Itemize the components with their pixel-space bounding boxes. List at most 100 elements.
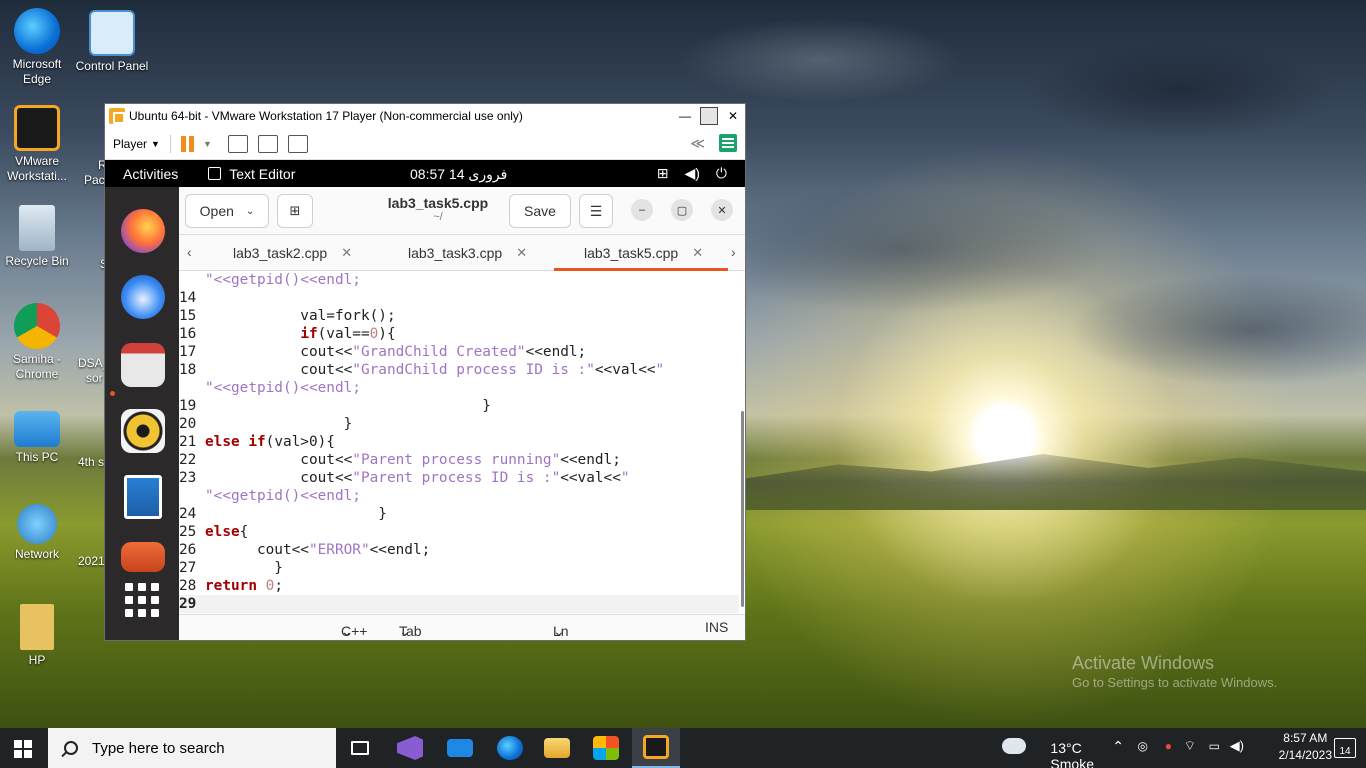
desktop-icon-chrome[interactable]: Samiha - Chrome [0,303,74,382]
gnome-clock[interactable]: 08:57 14 فروری [410,166,507,183]
weather-text[interactable]: 13°C Smoke [1050,740,1094,768]
code-line[interactable]: 24 } [179,505,387,523]
tab-lab3-task5[interactable]: lab3_task5.cpp ✕ [553,235,729,271]
clock-time: 8:57 AM [1283,731,1328,745]
gnome-system-tray[interactable]: ⊞ ◀) ⏻ [657,165,727,182]
firefox-icon[interactable] [121,209,165,253]
file-explorer-icon[interactable] [533,728,581,768]
taskbar-search[interactable]: Type here to search [48,728,336,768]
code-line[interactable]: 28 return 0; [179,577,283,595]
code-line[interactable]: "<<getpid()<<endl; [179,379,361,397]
chevron-right-icon[interactable]: › [731,244,736,260]
desktop-icon-label: Control Panel [75,59,149,73]
close-tab-icon[interactable]: ✕ [516,245,527,261]
code-line[interactable]: 16 if(val==0){ [179,325,396,343]
windows-start-icon[interactable] [14,740,32,758]
visual-studio-icon[interactable] [386,728,434,768]
maximize-icon[interactable] [700,107,718,125]
minimize-icon[interactable]: – [631,199,653,221]
code-text: "<<getpid()<<endl; [205,272,361,288]
app-menu[interactable]: Text Editor [208,166,295,182]
desktop-icon-this-pc[interactable]: This PC [0,405,74,465]
code-line[interactable]: 14 [179,289,205,307]
scrollbar-thumb[interactable] [741,411,744,607]
software-icon[interactable] [121,542,165,572]
code-line[interactable]: 19 } [179,397,491,415]
edge-icon[interactable] [486,728,534,768]
desktop-icon-label: Recycle Bin [5,254,69,268]
close-icon[interactable]: ✕ [721,104,745,128]
running-indicator [110,391,115,396]
code-line[interactable]: 17 cout<<"GrandChild Created"<<endl; [179,343,586,361]
library-icon[interactable] [719,134,737,152]
code-line[interactable]: 15 val=fork(); [179,307,396,325]
minimize-icon[interactable]: — [673,104,697,128]
meet-now-icon[interactable]: ◎ [1138,739,1148,753]
task-view-icon[interactable] [336,728,384,768]
vmware-icon[interactable] [632,728,680,768]
save-button[interactable]: Save [509,194,571,228]
close-icon[interactable]: ✕ [711,199,733,221]
battery-icon[interactable]: ▭ [1209,739,1220,753]
security-alert-icon[interactable]: ● [1165,739,1172,753]
send-ctrl-alt-del-icon[interactable] [227,134,248,153]
desktop-icon-network[interactable]: Network [0,504,74,562]
chrome-icon [14,303,60,349]
code-line[interactable]: 21 else if(val>0){ [179,433,335,451]
rhythmbox-icon[interactable] [121,409,165,453]
code-line[interactable]: 20 } [179,415,352,433]
code-line[interactable]: 22 cout<<"Parent process running"<<endl; [179,451,621,469]
code-line[interactable]: "<<getpid()<<endl; [179,487,361,505]
clock-date: 2/14/2023 [1278,748,1332,762]
taskbar-clock[interactable]: 8:57 AM 2/14/2023 [1279,730,1332,764]
code-text: else{ [205,524,249,540]
pause-icon[interactable] [180,135,195,152]
open-button[interactable]: Open ⌄ [185,194,269,228]
code-line[interactable]: "<<getpid()<<endl; [179,271,361,289]
code-line[interactable]: 18 cout<<"GrandChild process ID is :"<<v… [179,361,664,379]
code-line[interactable]: 27 } [179,559,283,577]
code-line[interactable]: 25 else{ [179,523,248,541]
show-apps-icon[interactable] [125,583,159,617]
volume-icon[interactable]: ◀) [1230,738,1244,754]
unity-mode-icon[interactable] [287,134,308,153]
tab-label: lab3_task3.cpp [408,245,503,261]
collapse-toolbar-icon[interactable]: ≪ [690,135,705,152]
close-tab-icon[interactable]: ✕ [341,245,352,261]
chevron-up-icon[interactable]: ⌃ [1112,738,1124,755]
tab-lab3-task3[interactable]: lab3_task3.cpp ✕ [408,235,527,271]
activities-button[interactable]: Activities [123,166,178,182]
code-area[interactable]: "<<getpid()<<endl; 14 15 val=fork(); 16 if(… [179,271,745,613]
scrollbar[interactable] [741,271,744,611]
store-icon[interactable] [582,728,630,768]
tab-lab3-task2[interactable]: lab3_task2.cpp ✕ [233,235,352,271]
desktop-icon-vmware[interactable]: VMware Workstati... [0,105,74,184]
new-tab-button[interactable]: ⊞ [277,194,313,228]
thunderbird-icon[interactable] [121,275,165,319]
code-line[interactable]: 23 cout<<"Parent process ID is :"<<val<<… [179,469,630,487]
desktop-icon-edge[interactable]: Microsoft Edge [0,8,74,87]
vmware-titlebar[interactable]: Ubuntu 64-bit - VMware Workstation 17 Pl… [105,104,745,128]
maximize-icon[interactable]: ▢ [671,199,693,221]
desktop-icon-hp[interactable]: HP [0,604,74,668]
main-menu-button[interactable]: ☰ [579,194,613,228]
player-menu[interactable]: Player ▼ [113,137,160,151]
fullscreen-icon[interactable] [257,134,278,153]
code-line[interactable]: 29 [179,595,739,613]
guest-screen[interactable]: Activities Text Editor 08:57 14 فروری ⊞ … [105,160,745,640]
desktop-icon-recycle-bin[interactable]: Recycle Bin [0,205,74,269]
code-line[interactable]: 26 cout<<"ERROR"<<endl; [179,541,430,559]
text-editor-window: Open ⌄ ⊞ lab3_task5.cpp ~/ Save ☰ – ▢ ✕ … [179,187,745,640]
wifi-icon[interactable]: ⌔ [1184,738,1196,754]
desktop-partial-label: Pac [84,173,105,187]
chevron-down-icon[interactable]: ▼ [203,139,212,149]
text-editor-icon [208,167,222,180]
close-tab-icon[interactable]: ✕ [692,245,703,261]
desktop-icon-control-panel[interactable]: Control Panel [75,10,149,74]
weather-icon[interactable] [1002,738,1026,754]
chevron-left-icon[interactable]: ‹ [187,244,192,260]
mail-icon[interactable] [436,728,484,768]
files-icon[interactable] [121,343,165,387]
notifications-icon[interactable]: 14 [1334,738,1356,758]
writer-icon[interactable] [124,475,162,519]
